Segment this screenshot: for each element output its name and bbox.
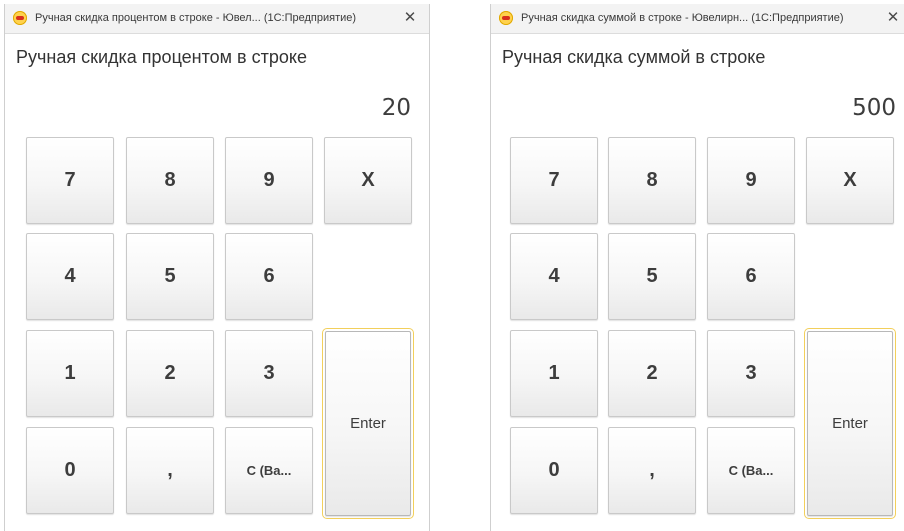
key-0[interactable]: 0	[26, 427, 114, 514]
key-comma[interactable]: ,	[608, 427, 696, 514]
backspace-button[interactable]: C (Ba...	[707, 427, 795, 514]
backspace-button[interactable]: C (Ba...	[225, 427, 313, 514]
close-button[interactable]: ✕	[884, 8, 902, 28]
key-0[interactable]: 0	[510, 427, 598, 514]
clear-x-button[interactable]: X	[324, 137, 412, 224]
value-display: 500	[852, 95, 896, 121]
sum-discount-window: Ручная скидка суммой в строке - Ювелирн.…	[490, 4, 904, 531]
key-7[interactable]: 7	[510, 137, 598, 224]
title-bar: Ручная скидка суммой в строке - Ювелирн.…	[491, 4, 904, 34]
key-3[interactable]: 3	[225, 330, 313, 417]
key-6[interactable]: 6	[225, 233, 313, 320]
key-8[interactable]: 8	[608, 137, 696, 224]
enter-button[interactable]: Enter	[804, 328, 896, 519]
clear-x-button[interactable]: X	[806, 137, 894, 224]
key-2[interactable]: 2	[126, 330, 214, 417]
key-9[interactable]: 9	[707, 137, 795, 224]
window-title: Ручная скидка процентом в строке - Ювел.…	[35, 12, 357, 24]
window-title: Ручная скидка суммой в строке - Ювелирн.…	[521, 12, 844, 24]
key-4[interactable]: 4	[26, 233, 114, 320]
value-display: 20	[381, 95, 411, 121]
key-5[interactable]: 5	[608, 233, 696, 320]
form-heading: Ручная скидка процентом в строке	[16, 47, 307, 67]
key-8[interactable]: 8	[126, 137, 214, 224]
key-1[interactable]: 1	[510, 330, 598, 417]
key-2[interactable]: 2	[608, 330, 696, 417]
key-comma[interactable]: ,	[126, 427, 214, 514]
close-button[interactable]: ✕	[401, 8, 419, 28]
enter-button[interactable]: Enter	[322, 328, 414, 519]
1c-enterprise-icon	[499, 11, 513, 25]
key-5[interactable]: 5	[126, 233, 214, 320]
key-9[interactable]: 9	[225, 137, 313, 224]
key-3[interactable]: 3	[707, 330, 795, 417]
key-1[interactable]: 1	[26, 330, 114, 417]
form-heading: Ручная скидка суммой в строке	[502, 47, 766, 67]
key-6[interactable]: 6	[707, 233, 795, 320]
key-4[interactable]: 4	[510, 233, 598, 320]
percent-discount-window: Ручная скидка процентом в строке - Ювел.…	[4, 4, 430, 531]
title-bar: Ручная скидка процентом в строке - Ювел.…	[5, 4, 429, 34]
key-7[interactable]: 7	[26, 137, 114, 224]
1c-enterprise-icon	[13, 11, 27, 25]
